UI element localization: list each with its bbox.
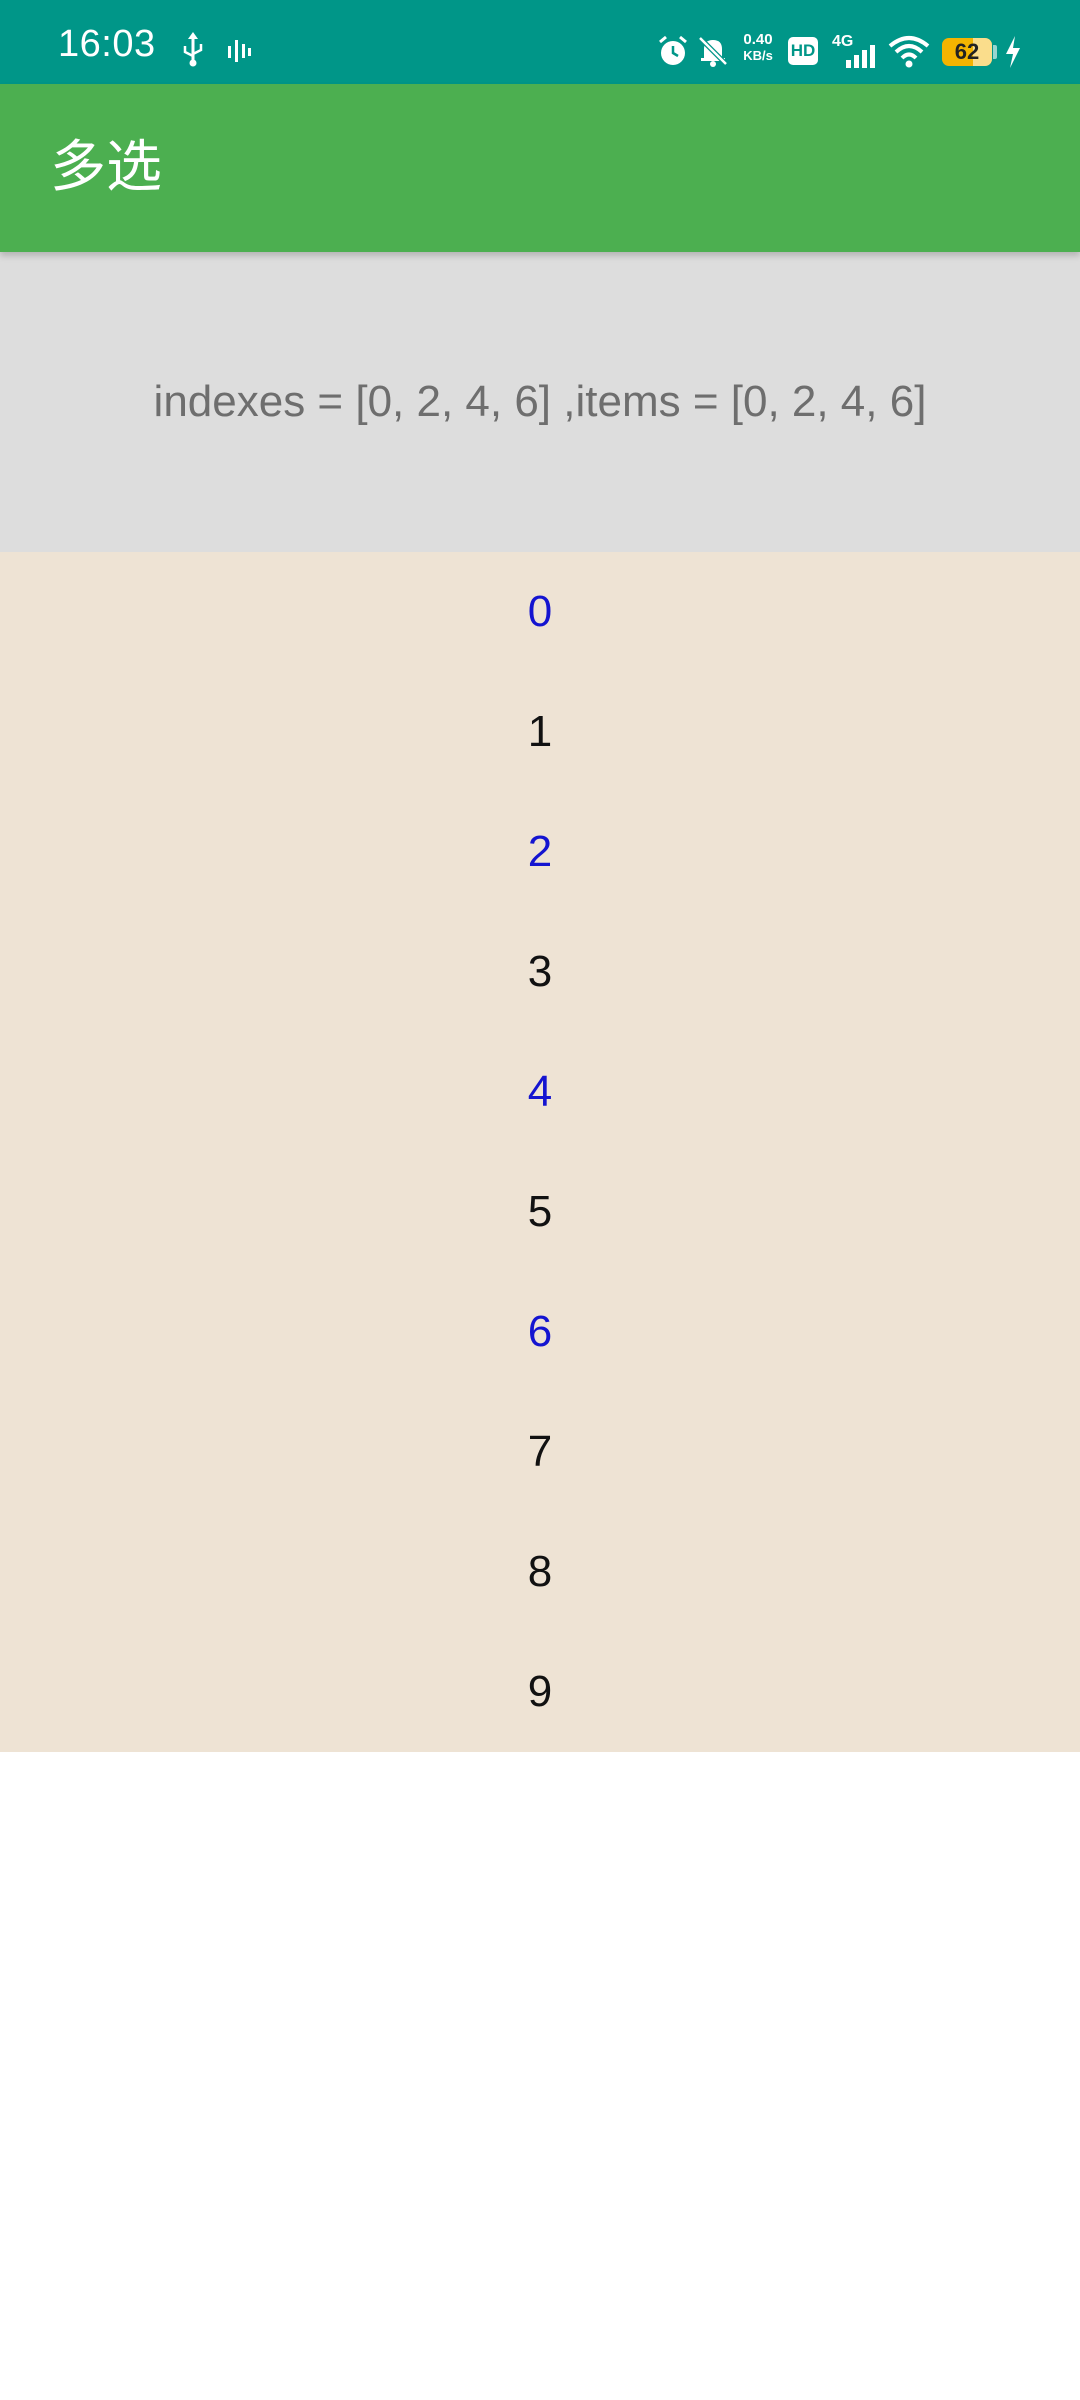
app-bar: 多选: [0, 84, 1080, 252]
battery-tip: [993, 45, 997, 59]
list-item-label: 9: [527, 1667, 553, 1716]
wifi-icon: [888, 36, 930, 68]
net-speed-value: 0.40: [743, 31, 773, 48]
usb-icon: [183, 32, 203, 67]
alarm-icon: [659, 35, 687, 65]
hd-badge: HD: [788, 37, 818, 65]
list-item-label: 7: [527, 1427, 553, 1476]
list-item-label: 6: [527, 1307, 553, 1356]
bell-off-icon: [698, 36, 728, 67]
list-item-label: 4: [527, 1067, 553, 1116]
list-item[interactable]: 9: [0, 1632, 1080, 1752]
list-item[interactable]: 0: [0, 552, 1080, 672]
list-item-label: 5: [527, 1187, 553, 1236]
list-item[interactable]: 3: [0, 912, 1080, 1032]
net-speed: 0.40 KB/s: [736, 32, 780, 64]
cell-signal-icon: [846, 45, 875, 68]
battery-indicator: 62: [942, 38, 992, 66]
status-bar: 16:03 0.40 KB/s HD 4G 62: [0, 0, 1080, 84]
list-item[interactable]: 6: [0, 1272, 1080, 1392]
list-item[interactable]: 4: [0, 1032, 1080, 1152]
list-item-label: 8: [527, 1547, 553, 1596]
page-title: 多选: [50, 135, 162, 200]
list-item[interactable]: 7: [0, 1392, 1080, 1512]
selection-summary: indexes = [0, 2, 4, 6] ,items = [0, 2, 4…: [0, 252, 1080, 552]
list-item[interactable]: 5: [0, 1152, 1080, 1272]
list-item-label: 1: [527, 707, 553, 756]
status-time: 16:03: [58, 23, 156, 65]
signal-bars-icon: [228, 40, 251, 62]
list-item-label: 0: [527, 587, 553, 636]
charging-icon: [1006, 36, 1020, 68]
list-item[interactable]: 8: [0, 1512, 1080, 1632]
list-item-label: 3: [527, 947, 553, 996]
list-item[interactable]: 2: [0, 792, 1080, 912]
net-speed-unit: KB/s: [743, 48, 773, 63]
list-item[interactable]: 1: [0, 672, 1080, 792]
battery-level: 62: [954, 39, 980, 64]
selectable-list: 0 1 2 3 4 5 6 7 8 9: [0, 552, 1080, 1752]
list-item-label: 2: [527, 827, 553, 876]
selection-summary-text: indexes = [0, 2, 4, 6] ,items = [0, 2, 4…: [153, 377, 927, 426]
